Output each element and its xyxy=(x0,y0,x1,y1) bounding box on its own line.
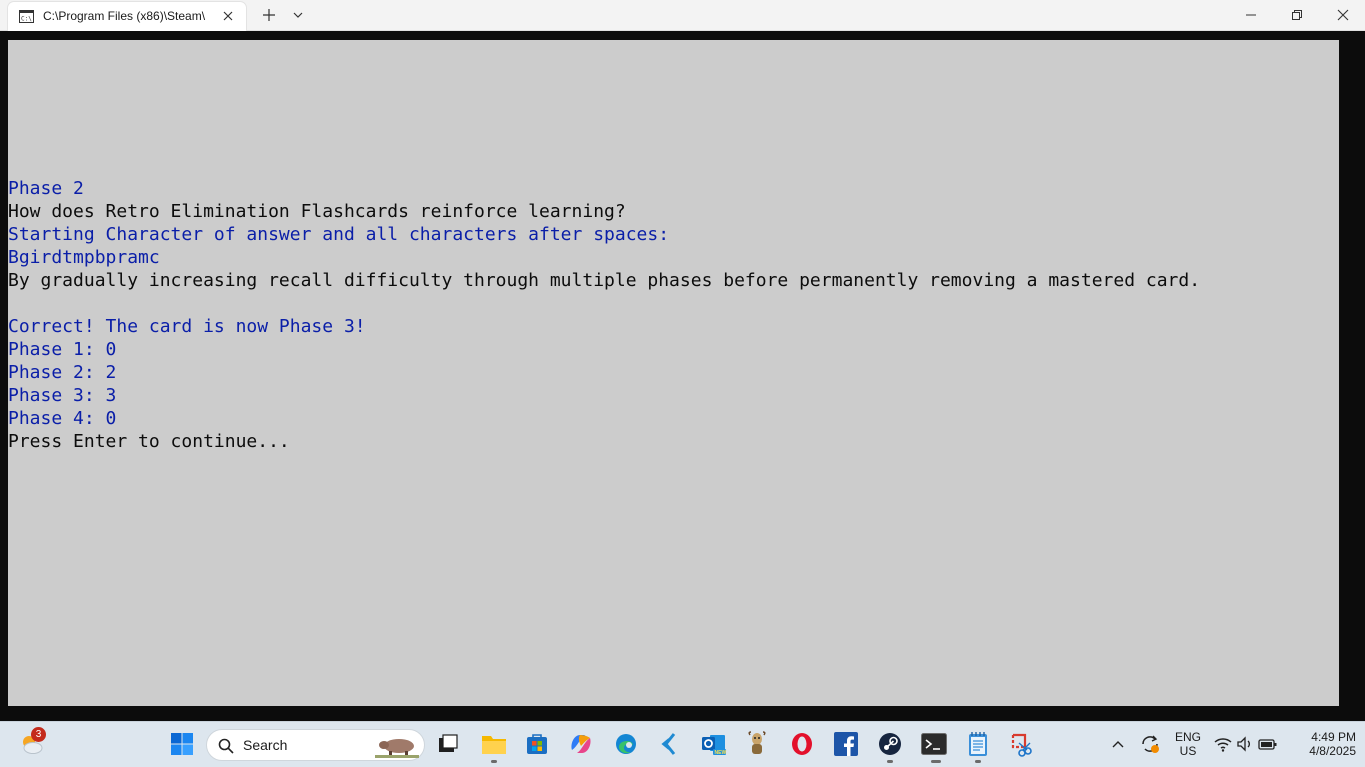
console-line: Correct! The card is now Phase 3! xyxy=(8,316,366,337)
volume-icon xyxy=(1237,736,1250,752)
console-line: Phase 4: 0 xyxy=(8,408,117,429)
vscode-icon xyxy=(661,733,676,755)
clock-time: 4:49 PM xyxy=(1311,730,1356,744)
taskbar: 3 Search NEW ENG US 4:49 PM 4/8/2025 xyxy=(0,721,1365,767)
console-line: Starting Character of answer and all cha… xyxy=(8,224,670,245)
close-icon xyxy=(1337,9,1349,21)
sync-status-button[interactable] xyxy=(1136,730,1164,758)
running-indicator xyxy=(491,760,497,763)
language-indicator[interactable]: ENG US xyxy=(1170,730,1206,758)
tab-title: C:\Program Files (x86)\Steam\ xyxy=(43,9,206,23)
copilot-icon xyxy=(571,735,591,753)
search-box[interactable]: Search xyxy=(206,729,425,761)
file-explorer-icon xyxy=(482,736,506,754)
search-highlight-icon xyxy=(375,739,419,758)
language-code: ENG xyxy=(1174,730,1201,744)
microsoft-store-button[interactable] xyxy=(523,730,551,758)
notepad-icon xyxy=(969,732,987,756)
console-line: Phase 2 xyxy=(8,178,84,199)
console-line: Phase 3: 3 xyxy=(8,385,117,406)
wifi-icon xyxy=(1214,738,1232,752)
battery-icon xyxy=(1258,739,1277,750)
microsoft-store-icon xyxy=(527,734,547,754)
copilot-button[interactable] xyxy=(567,730,595,758)
console-line: How does Retro Elimination Flashcards re… xyxy=(8,201,626,222)
clock-date: 4/8/2025 xyxy=(1309,744,1356,758)
quick-settings-button[interactable] xyxy=(1212,730,1280,758)
console-line: Bgirdtmpbpramc xyxy=(8,247,160,268)
steam-icon xyxy=(879,733,901,755)
console-icon: C:\ xyxy=(19,10,34,23)
gnu-icon xyxy=(748,731,766,754)
snipping-tool-button[interactable] xyxy=(1008,730,1036,758)
chevron-up-icon xyxy=(1112,741,1124,748)
running-indicator xyxy=(975,760,981,763)
new-tab-icon[interactable] xyxy=(260,6,278,24)
running-indicator xyxy=(931,760,941,763)
close-window-button[interactable] xyxy=(1320,0,1365,30)
minimize-button[interactable] xyxy=(1228,0,1274,30)
terminal-button[interactable] xyxy=(920,730,948,758)
notepad-button[interactable] xyxy=(964,730,992,758)
facebook-button[interactable] xyxy=(832,730,860,758)
weather-widget[interactable]: 3 xyxy=(18,727,46,758)
file-explorer-button[interactable] xyxy=(480,730,508,758)
terminal-tab[interactable]: C:\ C:\Program Files (x86)\Steam\ xyxy=(7,1,247,31)
close-tab-icon[interactable] xyxy=(220,8,236,24)
console-line: Press Enter to continue... xyxy=(8,431,290,452)
start-icon xyxy=(171,733,193,755)
opera-icon xyxy=(792,733,812,755)
outlook-button[interactable]: NEW xyxy=(700,730,728,758)
chevron-down-icon[interactable] xyxy=(290,8,306,22)
snipping-tool-icon xyxy=(1011,733,1032,757)
start-button[interactable] xyxy=(168,730,196,758)
opera-button[interactable] xyxy=(788,730,816,758)
restore-icon xyxy=(1292,10,1302,20)
show-hidden-icons-button[interactable] xyxy=(1104,730,1132,758)
gnu-app-button[interactable] xyxy=(743,730,771,758)
edge-button[interactable] xyxy=(612,730,640,758)
steam-button[interactable] xyxy=(876,730,904,758)
vscode-button[interactable] xyxy=(656,730,684,758)
console-output[interactable]: Phase 2 How does Retro Elimination Flashc… xyxy=(8,40,1339,706)
task-view-button[interactable] xyxy=(434,730,462,758)
running-indicator xyxy=(887,760,893,763)
title-bar: C:\ C:\Program Files (x86)\Steam\ xyxy=(0,0,1365,31)
search-placeholder: Search xyxy=(243,737,288,753)
console-line: Phase 2: 2 xyxy=(8,362,117,383)
notification-badge: 3 xyxy=(31,727,46,742)
minimize-icon xyxy=(1246,14,1256,16)
console-line: Phase 1: 0 xyxy=(8,339,117,360)
svg-text:C:\: C:\ xyxy=(21,16,32,23)
svg-text:NEW: NEW xyxy=(715,750,727,756)
clock[interactable]: 4:49 PM 4/8/2025 xyxy=(1290,730,1356,758)
sync-icon xyxy=(1142,735,1159,753)
facebook-icon xyxy=(834,732,858,756)
outlook-new-icon: NEW xyxy=(702,735,727,756)
keyboard-layout: US xyxy=(1179,744,1197,758)
search-icon xyxy=(218,738,234,754)
edge-icon xyxy=(616,734,636,754)
terminal-icon xyxy=(921,733,947,755)
console-line: By gradually increasing recall difficult… xyxy=(8,270,1201,291)
restore-button[interactable] xyxy=(1274,0,1320,30)
task-view-icon xyxy=(439,734,458,752)
